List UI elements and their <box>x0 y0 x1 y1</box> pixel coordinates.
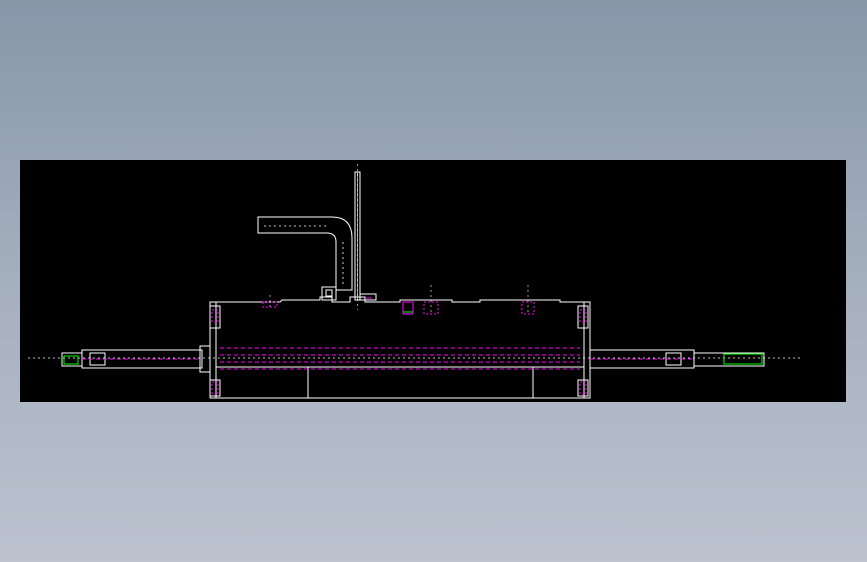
drawing-canvas[interactable] <box>20 160 846 402</box>
bolt-holes <box>63 311 763 365</box>
elbow-fitting <box>257 216 353 301</box>
end-cap-left <box>209 305 221 397</box>
cad-viewport[interactable] <box>0 0 867 562</box>
hidden-lines <box>82 297 694 395</box>
housing <box>209 296 591 399</box>
cad-drawing <box>28 164 800 399</box>
vertical-bracket <box>354 171 377 301</box>
end-cap-right <box>577 305 589 397</box>
